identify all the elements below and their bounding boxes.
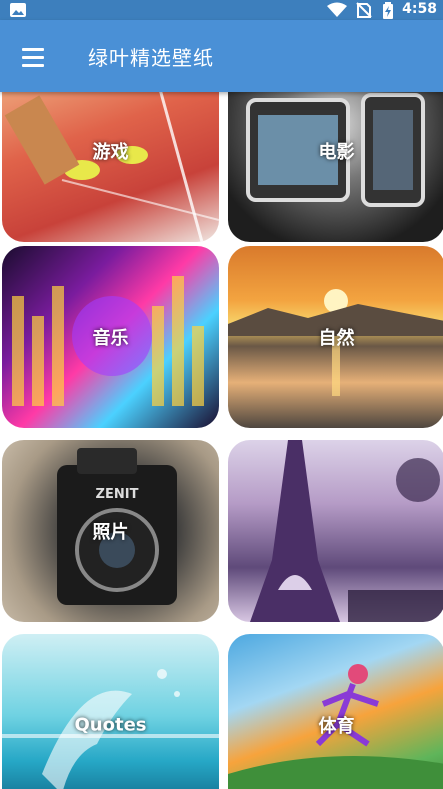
wifi-icon [327,2,347,17]
category-tile-game[interactable]: 游戏 [2,92,219,242]
film-reel-image [246,93,425,207]
category-label: 电影 [318,142,355,163]
svg-text:ZENIT: ZENIT [96,487,139,502]
category-tile-movie[interactable]: 电影 [228,92,443,242]
water-dolphin-image [2,669,219,789]
gallery-icon [10,3,26,17]
app-bar: 绿叶精选壁纸 [0,20,443,92]
category-label: 游戏 [92,142,129,163]
category-label: 照片 [92,522,129,543]
no-sim-icon [356,2,372,18]
category-tile-paris[interactable] [228,440,443,622]
category-label: 体育 [318,716,355,737]
wallpaper-category-grid: 游戏 电影 音乐 自然 ZENIT 照片 Quotes 体育 [0,92,443,789]
category-tile-music[interactable]: 音乐 [2,246,219,428]
category-tile-sport[interactable]: 体育 [228,634,443,789]
menu-icon[interactable] [22,48,46,67]
status-time: 4:58 [402,1,437,17]
category-tile-photo[interactable]: ZENIT 照片 [2,440,219,622]
battery-charging-icon [383,2,393,19]
category-label: 音乐 [92,328,129,349]
status-bar: 4:58 [0,0,443,20]
runners-image [4,92,219,242]
category-tile-nature[interactable]: 自然 [228,246,443,428]
eiffel-tower-image [250,440,443,622]
category-tile-quotes[interactable]: Quotes [2,634,219,789]
category-label: 自然 [318,328,355,349]
page-title: 绿叶精选壁纸 [88,46,214,70]
category-label: Quotes [74,714,147,736]
